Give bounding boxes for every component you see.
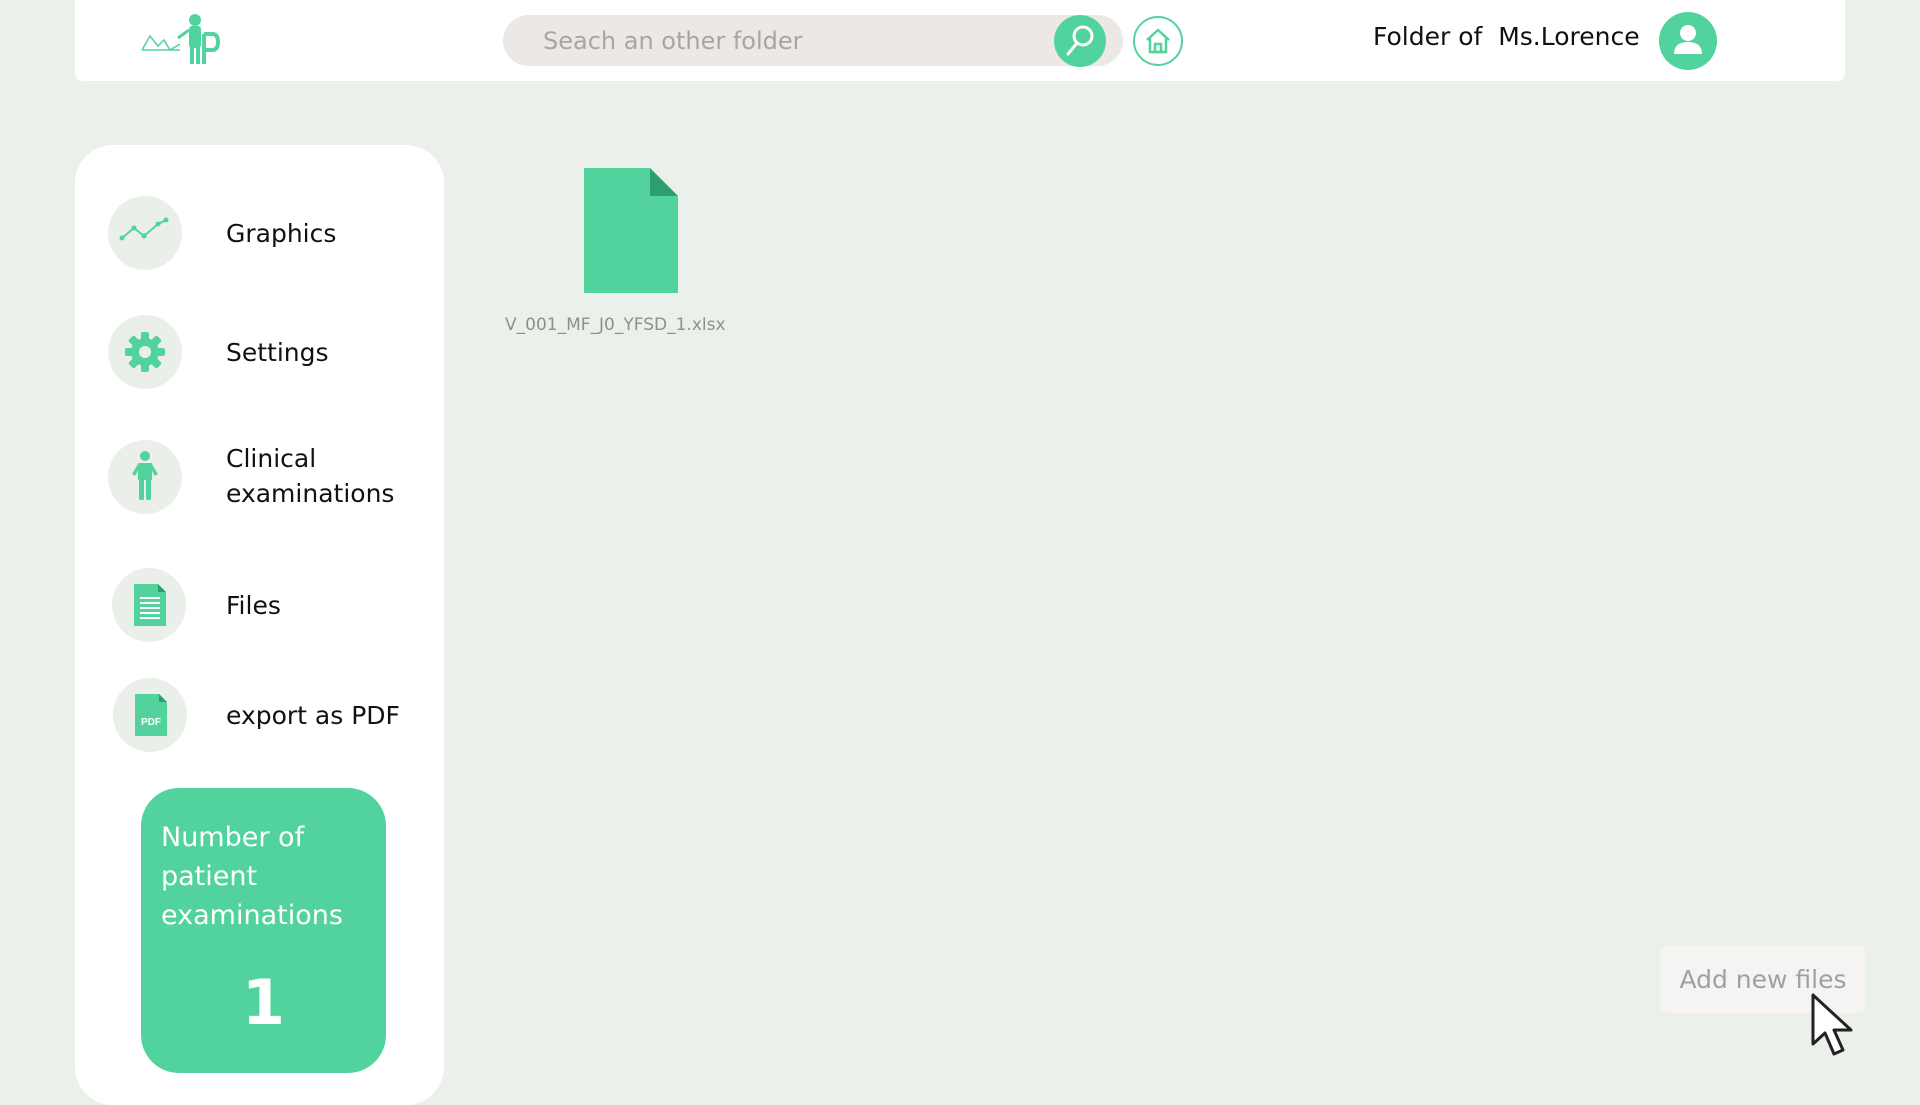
- sidebar-item-label: Graphics: [226, 219, 337, 248]
- sidebar-item-export-pdf[interactable]: PDF export as PDF: [75, 678, 444, 752]
- home-icon: [1146, 28, 1170, 54]
- line-chart-icon: [119, 217, 169, 241]
- magnifier-icon: [1066, 25, 1094, 56]
- home-button[interactable]: [1133, 16, 1183, 66]
- file-item[interactable]: V_001_MF_J0_YFSD_1.xlsx: [490, 165, 780, 345]
- sidebar-item-label: Files: [226, 591, 281, 620]
- counter-label: Number of patient examinations: [161, 822, 343, 931]
- search-button[interactable]: [1054, 15, 1106, 67]
- app-logo[interactable]: [140, 14, 230, 66]
- sidebar-item-settings[interactable]: Settings: [75, 315, 444, 389]
- file-icon: [584, 168, 678, 293]
- sidebar-item-label: Settings: [226, 338, 329, 367]
- person-icon: [132, 451, 158, 500]
- search-input[interactable]: [543, 15, 1063, 66]
- search-bar: [503, 15, 1123, 66]
- counter-value: 1: [241, 966, 286, 1039]
- sidebar: Graphics Settings Clinical examinations …: [75, 145, 444, 1105]
- sidebar-item-label: export as PDF: [226, 701, 400, 730]
- sidebar-item-graphics[interactable]: Graphics: [75, 196, 444, 270]
- gear-icon: [125, 332, 165, 372]
- examination-counter: Number of patient examinations 1: [141, 788, 386, 1073]
- user-avatar[interactable]: [1659, 12, 1717, 70]
- sidebar-item-label: Clinical examinations: [226, 444, 395, 508]
- file-name: V_001_MF_J0_YFSD_1.xlsx: [505, 315, 726, 335]
- sidebar-item-clinical-examinations[interactable]: Clinical examinations: [75, 437, 444, 517]
- mouse-cursor-icon: [1811, 993, 1853, 1056]
- pdf-icon: PDF: [135, 694, 167, 736]
- folder-title: Folder of Ms.Lorence: [1373, 22, 1640, 51]
- svg-text:PDF: PDF: [141, 717, 161, 728]
- user-icon: [1674, 25, 1702, 54]
- sidebar-item-files[interactable]: Files: [75, 568, 444, 642]
- document-icon: [134, 584, 166, 626]
